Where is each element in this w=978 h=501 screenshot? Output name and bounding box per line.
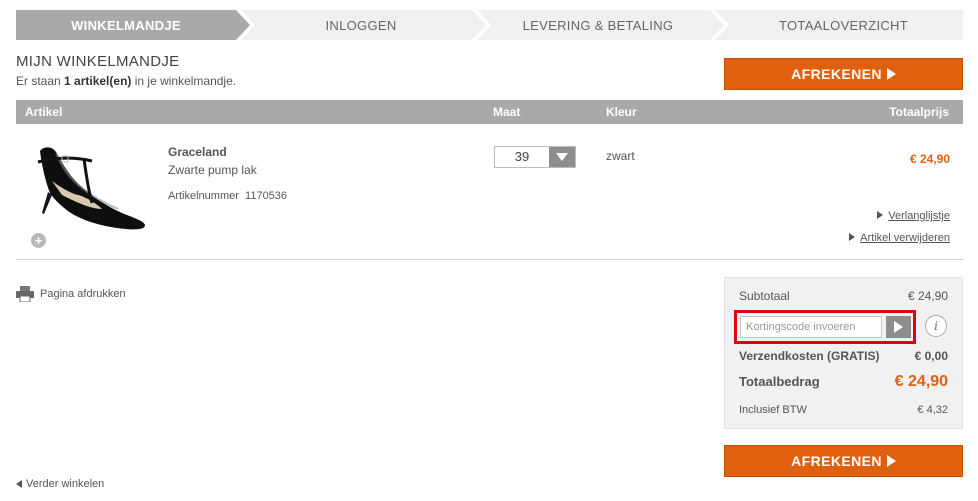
checkout-steps: WINKELMANDJE INLOGGEN LEVERING & BETALIN… (16, 10, 963, 40)
play-arrow-icon (894, 321, 903, 333)
vat-label: Inclusief BTW (739, 404, 807, 416)
column-total-price: Totaalprijs (889, 105, 949, 119)
shipping-label: Verzendkosten (GRATIS) (739, 349, 880, 363)
remove-item-link[interactable]: Artikel verwijderen (849, 232, 950, 244)
wishlist-link-label: Verlanglijstje (888, 210, 950, 222)
product-sku: Artikelnummer 1170536 (168, 190, 287, 202)
print-page-link[interactable]: Pagina afdrukken (16, 286, 126, 302)
row-total-price: € 24,90 (909, 152, 950, 166)
checkout-button-bottom[interactable]: AFREKENEN (724, 445, 963, 477)
shipping-row: Verzendkosten (GRATIS) € 0,00 (739, 349, 948, 363)
subtotal-label: Subtotaal (739, 289, 790, 303)
step-login[interactable]: INLOGGEN (250, 10, 472, 40)
page-title: MIJN WINKELMANDJE (16, 53, 180, 70)
subtotal-row: Subtotaal € 24,90 (739, 289, 948, 303)
printer-icon (16, 286, 34, 302)
cart-count-text: Er staan 1 artikel(en) in je winkelmandj… (16, 74, 236, 88)
order-summary: Subtotaal € 24,90 i Verzendkosten (GRATI… (724, 277, 963, 429)
continue-shopping-label: Verder winkelen (26, 478, 105, 490)
total-value: € 24,90 (894, 373, 948, 390)
row-divider (16, 259, 963, 260)
back-arrow-icon (16, 480, 22, 488)
promo-code-highlight (734, 310, 916, 344)
checkout-button-label: AFREKENEN (791, 66, 882, 82)
product-color: zwart (606, 149, 635, 163)
product-image[interactable] (26, 137, 148, 235)
play-arrow-icon (849, 233, 856, 241)
play-arrow-icon (886, 68, 896, 80)
step-overview[interactable]: TOTAALOVERZICHT (724, 10, 963, 40)
size-select[interactable]: 39 (494, 146, 576, 168)
vat-row: Inclusief BTW € 4,32 (739, 404, 948, 416)
cart-count-suffix: in je winkelmandje. (131, 74, 237, 88)
chevron-down-icon[interactable] (549, 147, 575, 167)
continue-shopping-link[interactable]: Verder winkelen (16, 478, 104, 490)
wishlist-link[interactable]: Verlanglijstje (877, 210, 950, 222)
info-icon[interactable]: i (925, 315, 947, 337)
column-article: Artikel (25, 105, 63, 119)
column-size: Maat (493, 105, 521, 119)
subtotal-value: € 24,90 (907, 289, 948, 303)
vat-value: € 4,32 (917, 404, 948, 416)
total-row: Totaalbedrag € 24,90 (739, 373, 948, 391)
product-description: Zwarte pump lak (168, 163, 257, 177)
play-arrow-icon (886, 455, 896, 467)
sku-label: Artikelnummer (168, 190, 239, 202)
cart-table-header: Artikel Maat Kleur Totaalprijs (16, 100, 963, 124)
product-brand[interactable]: Graceland (168, 145, 227, 159)
remove-item-link-label: Artikel verwijderen (860, 232, 950, 244)
checkout-button-top[interactable]: AFREKENEN (724, 58, 963, 90)
print-page-label: Pagina afdrukken (40, 288, 126, 300)
step-delivery-payment[interactable]: LEVERING & BETALING (486, 10, 710, 40)
cart-count-prefix: Er staan (16, 74, 65, 88)
play-arrow-icon (877, 211, 884, 219)
total-label: Totaalbedrag (739, 374, 820, 389)
zoom-plus-icon[interactable]: + (31, 233, 46, 248)
sku-value: 1170536 (245, 190, 288, 202)
promo-code-input[interactable] (740, 316, 882, 338)
promo-submit-button[interactable] (886, 316, 911, 338)
checkout-button-label: AFREKENEN (791, 453, 882, 469)
shipping-value: € 0,00 (914, 349, 948, 363)
cart-count-number: 1 artikel(en) (64, 74, 132, 88)
step-cart: WINKELMANDJE (71, 17, 181, 33)
size-select-value: 39 (514, 149, 530, 164)
column-color: Kleur (606, 105, 637, 119)
